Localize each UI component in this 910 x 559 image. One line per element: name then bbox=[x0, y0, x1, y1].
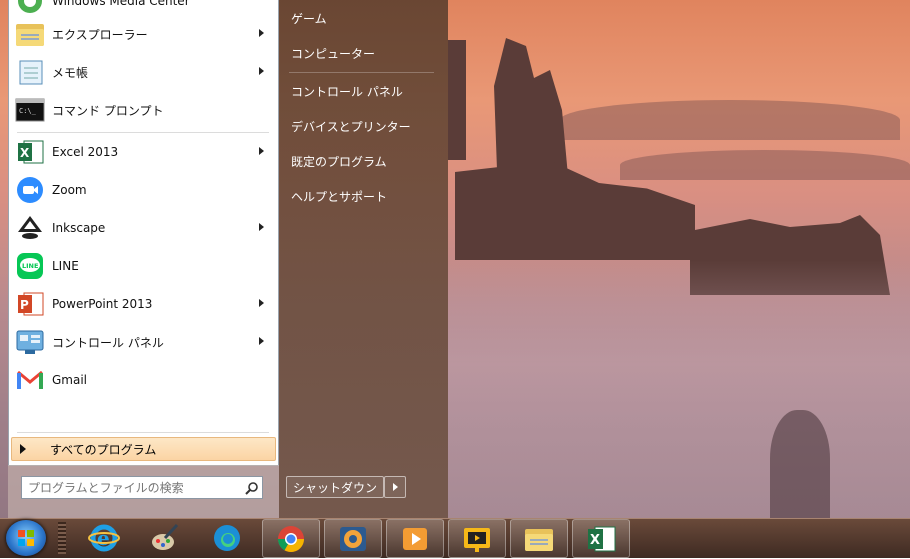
all-programs-label: すべてのプログラム bbox=[50, 442, 157, 457]
start-menu-programs-pane: Windows Media Center エクスプローラー メモ帳 C:\_ コ… bbox=[8, 0, 279, 466]
menu-item-gmail[interactable]: Gmail bbox=[12, 363, 274, 397]
terminal-icon: C:\_ bbox=[14, 94, 46, 126]
gmail-icon bbox=[14, 364, 46, 396]
menu-divider bbox=[17, 432, 269, 433]
places-item-games[interactable]: ゲーム bbox=[287, 4, 441, 32]
chevron-right-icon bbox=[392, 483, 398, 491]
submenu-arrow-icon[interactable] bbox=[259, 147, 264, 155]
media-center-icon bbox=[14, 0, 46, 17]
places-item-devices-printers[interactable]: デバイスとプリンター bbox=[287, 112, 441, 140]
all-programs-button[interactable]: すべてのプログラム bbox=[11, 437, 276, 461]
paint-icon bbox=[152, 523, 179, 550]
svg-text:LINE: LINE bbox=[22, 262, 38, 270]
video-player-icon bbox=[403, 527, 427, 550]
zoom-icon bbox=[14, 174, 46, 206]
menu-item-zoom[interactable]: Zoom bbox=[12, 173, 274, 207]
menu-item-line[interactable]: LINE LINE bbox=[12, 249, 274, 283]
taskbar-edge[interactable] bbox=[199, 519, 255, 556]
menu-item-notepad[interactable]: メモ帳 bbox=[12, 55, 274, 89]
slides-icon bbox=[464, 527, 490, 552]
menu-item-powerpoint[interactable]: P PowerPoint 2013 bbox=[12, 287, 274, 321]
menu-divider bbox=[17, 132, 269, 133]
svg-text:P: P bbox=[20, 298, 29, 312]
explorer-icon bbox=[525, 528, 553, 551]
taskbar-paint[interactable] bbox=[137, 519, 193, 556]
taskbar-explorer[interactable] bbox=[510, 519, 568, 558]
media-player-icon bbox=[340, 526, 366, 551]
taskbar-internet-explorer[interactable]: e bbox=[76, 519, 132, 556]
search-box[interactable] bbox=[21, 476, 263, 499]
places-item-control-panel[interactable]: コントロール パネル bbox=[287, 77, 441, 105]
menu-item-inkscape[interactable]: Inkscape bbox=[12, 211, 274, 245]
svg-text:C:\_: C:\_ bbox=[19, 107, 37, 115]
line-icon: LINE bbox=[14, 250, 46, 282]
svg-text:e: e bbox=[97, 526, 110, 550]
search-icon[interactable] bbox=[242, 481, 262, 495]
internet-explorer-icon: e bbox=[88, 524, 120, 551]
powerpoint-icon: P bbox=[14, 288, 46, 320]
places-item-help-support[interactable]: ヘルプとサポート bbox=[287, 182, 441, 210]
places-item-default-programs[interactable]: 既定のプログラム bbox=[287, 147, 441, 175]
submenu-arrow-icon[interactable] bbox=[259, 67, 264, 75]
start-menu-places-pane: ゲーム コンピューター コントロール パネル デバイスとプリンター 既定のプログ… bbox=[279, 0, 448, 518]
menu-item-control-panel[interactable]: コントロール パネル bbox=[12, 325, 274, 359]
excel-icon: X bbox=[14, 136, 46, 168]
notepad-icon bbox=[14, 56, 46, 88]
inkscape-icon bbox=[14, 212, 46, 244]
places-divider bbox=[289, 72, 434, 73]
chrome-icon bbox=[277, 525, 305, 552]
shutdown-button[interactable]: シャットダウン bbox=[286, 476, 384, 498]
edge-icon bbox=[214, 524, 240, 551]
taskbar-video-player[interactable] bbox=[386, 519, 444, 558]
taskbar-excel[interactable]: X bbox=[572, 519, 630, 558]
submenu-arrow-icon[interactable] bbox=[259, 223, 264, 231]
windows-logo-icon bbox=[18, 530, 34, 546]
taskbar-grip[interactable] bbox=[58, 522, 66, 554]
search-input[interactable] bbox=[22, 479, 242, 496]
shutdown-options-button[interactable] bbox=[384, 476, 406, 498]
submenu-arrow-icon[interactable] bbox=[259, 29, 264, 37]
expand-arrow-icon bbox=[20, 444, 26, 454]
menu-item-media-center[interactable]: Windows Media Center bbox=[12, 0, 274, 18]
places-item-computer[interactable]: コンピューター bbox=[287, 39, 441, 67]
folder-icon bbox=[14, 18, 46, 50]
submenu-arrow-icon[interactable] bbox=[259, 337, 264, 345]
submenu-arrow-icon[interactable] bbox=[259, 299, 264, 307]
menu-item-excel[interactable]: X Excel 2013 bbox=[12, 135, 274, 169]
taskbar-chrome[interactable] bbox=[262, 519, 320, 558]
svg-text:X: X bbox=[20, 146, 30, 160]
taskbar-media-player[interactable] bbox=[324, 519, 382, 558]
start-button[interactable] bbox=[6, 520, 46, 556]
control-panel-icon bbox=[14, 326, 46, 358]
menu-item-explorer[interactable]: エクスプローラー bbox=[12, 17, 274, 51]
taskbar-slides[interactable] bbox=[448, 519, 506, 558]
menu-item-command-prompt[interactable]: C:\_ コマンド プロンプト bbox=[12, 93, 274, 127]
svg-text:X: X bbox=[590, 533, 600, 548]
excel-icon: X bbox=[588, 526, 616, 551]
